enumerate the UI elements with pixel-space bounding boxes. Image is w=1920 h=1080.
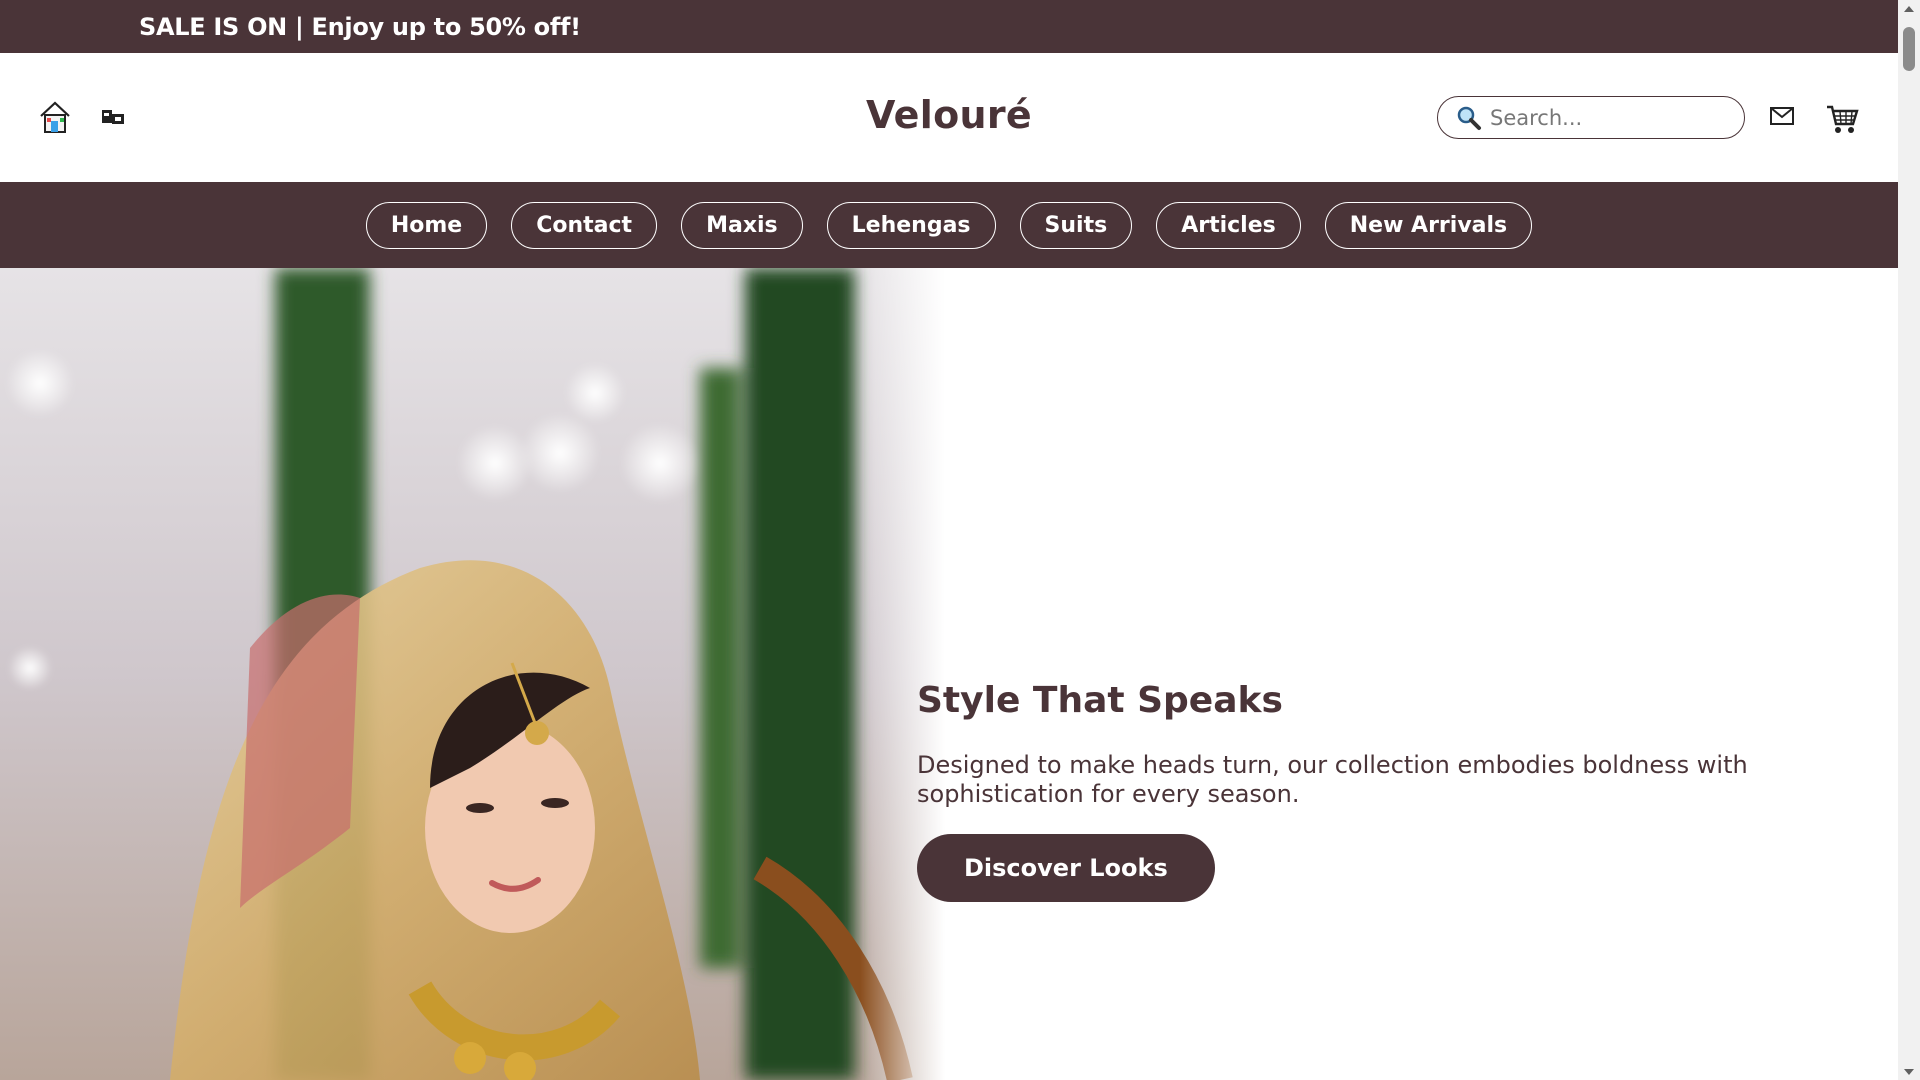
search-icon	[1456, 105, 1482, 131]
hero-description: Designed to make heads turn, our collect…	[917, 751, 1748, 808]
mail-icon[interactable]	[1770, 107, 1794, 125]
hero-content: Style That Speaks Designed to make heads…	[917, 680, 1877, 902]
nav-maxis[interactable]: Maxis	[681, 201, 803, 249]
nav-lehengas[interactable]: Lehengas	[826, 201, 996, 249]
nav-suits[interactable]: Suits	[1019, 201, 1133, 249]
cart-icon[interactable]	[1825, 103, 1859, 135]
main-nav: Home Contact Maxis Lehengas Suits Articl…	[0, 182, 1898, 268]
nav-home[interactable]: Home	[365, 201, 488, 249]
hero-image	[0, 268, 945, 1080]
site-header: Velouré	[0, 53, 1898, 182]
hero-section: Style That Speaks Designed to make heads…	[0, 268, 1898, 1080]
scroll-thumb[interactable]	[1903, 27, 1915, 71]
search-bar[interactable]	[1437, 96, 1745, 139]
scroll-up-arrow[interactable]	[1898, 0, 1920, 17]
nav-new-arrivals[interactable]: New Arrivals	[1324, 201, 1533, 249]
nav-contact[interactable]: Contact	[511, 201, 658, 249]
search-input[interactable]	[1490, 105, 1740, 130]
discover-looks-button[interactable]: Discover Looks	[917, 834, 1215, 902]
nav-articles[interactable]: Articles	[1156, 201, 1301, 249]
hero-title: Style That Speaks	[917, 680, 1283, 721]
scroll-down-arrow[interactable]	[1898, 1063, 1920, 1080]
page: SALE IS ON | Enjoy up to 50% off! Velour…	[0, 0, 1898, 1080]
sale-banner: SALE IS ON | Enjoy up to 50% off!	[0, 0, 1898, 53]
vertical-scrollbar[interactable]	[1898, 0, 1920, 1080]
sale-banner-text: SALE IS ON | Enjoy up to 50% off!	[139, 12, 581, 41]
